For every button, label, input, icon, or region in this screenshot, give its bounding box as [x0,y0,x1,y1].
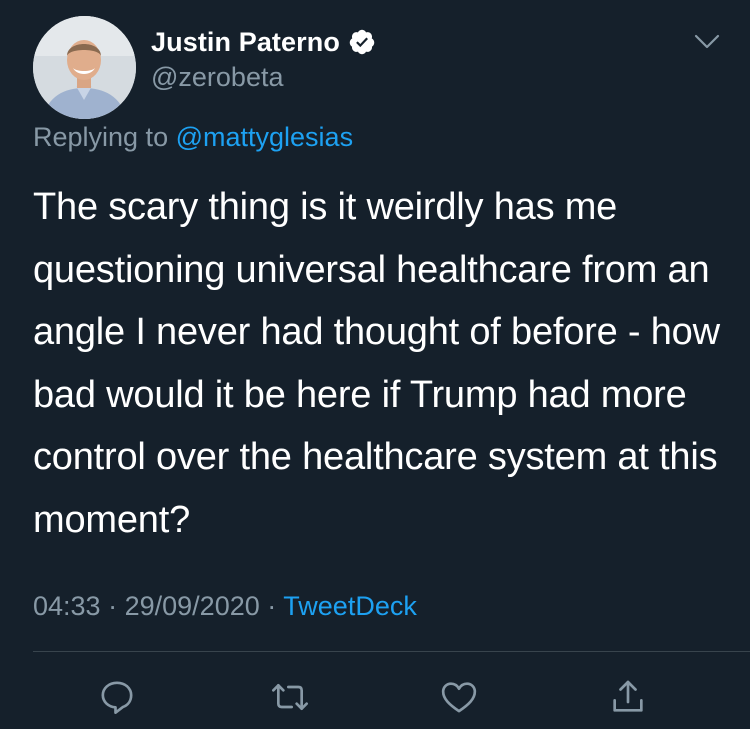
tweet-source-link[interactable]: TweetDeck [283,591,417,621]
replying-to: Replying to @mattyglesias [33,122,353,153]
tweet-detail: Justin Paterno @zerobeta Replying to @ma… [0,0,750,729]
meta-separator: · [267,591,277,621]
tweet-time[interactable]: 04:33 [33,591,101,621]
divider [33,651,750,652]
avatar-image [33,16,136,119]
author-handle[interactable]: @zerobeta [151,62,376,93]
avatar[interactable] [33,16,136,119]
replying-to-label: Replying to [33,122,169,152]
author-info: Justin Paterno @zerobeta [151,24,376,93]
chevron-down-icon[interactable] [694,34,720,50]
action-bar [0,669,750,719]
reply-icon[interactable] [95,675,139,719]
tweet-text: The scary thing is it weirdly has me que… [33,186,720,541]
tweet-meta: 04:33 · 29/09/2020 · TweetDeck [33,591,417,622]
display-name[interactable]: Justin Paterno [151,27,340,58]
tweet-date[interactable]: 29/09/2020 [125,591,260,621]
retweet-icon[interactable] [268,675,312,719]
name-row: Justin Paterno [151,24,376,60]
like-icon[interactable] [437,675,481,719]
share-icon[interactable] [606,675,650,719]
reply-mention-link[interactable]: @mattyglesias [176,122,353,152]
verified-badge-icon [348,28,376,56]
meta-separator: · [108,591,118,621]
